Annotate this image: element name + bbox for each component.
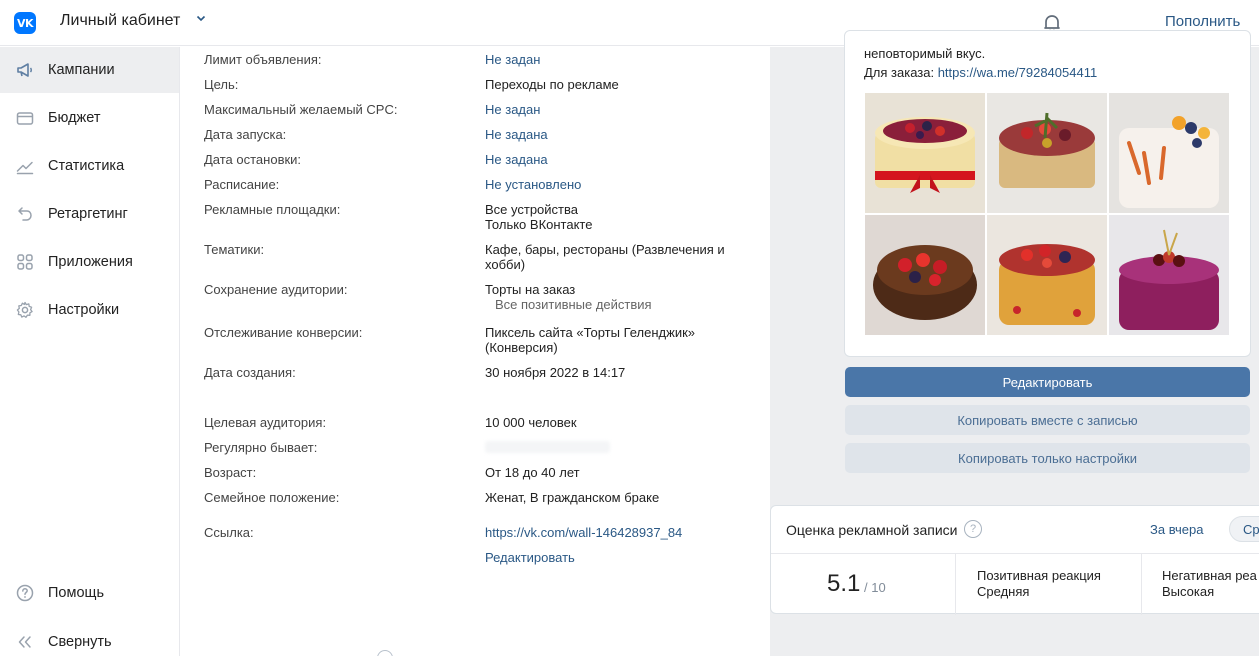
period-yesterday[interactable]: За вчера [1150,522,1203,537]
detail-label: Дата остановки: [204,152,302,167]
edit-button[interactable]: Редактировать [845,367,1250,397]
detail-label: Дата создания: [204,365,296,380]
rating-title: Оценка рекламной записи [786,522,958,538]
info-icon[interactable] [377,650,393,656]
cake-photo[interactable] [1109,93,1229,213]
cake-photo[interactable] [1109,215,1229,335]
detail-label: Ссылка: [204,525,254,540]
positive-label: Позитивная реакция [977,568,1101,583]
detail-label: Тематики: [204,242,265,257]
sidebar-item-statistics[interactable]: Статистика [0,143,179,189]
rating-score: 5.1 [827,570,861,597]
sidebar-item-budget[interactable]: Бюджет [0,95,179,141]
detail-label: Возраст: [204,465,257,480]
negative-label: Негативная реа [1162,568,1257,583]
detail-value[interactable]: Не задан [485,52,540,67]
detail-label: Регулярно бывает: [204,440,318,455]
divider [771,553,1259,554]
detail-value: (Конверсия) [485,340,558,355]
cake-photo[interactable] [865,215,985,335]
sidebar-item-retargeting[interactable]: Ретаргетинг [0,191,179,237]
detail-value: Пиксель сайта «Торты Геленджик» [485,325,696,340]
chevron-down-icon[interactable] [196,13,206,26]
detail-value: Торты на заказ [485,282,576,297]
sidebar-item-campaigns[interactable]: Кампании [0,47,179,93]
detail-value: Переходы по рекламе [485,77,619,92]
blurred-value [485,441,610,453]
positive-reaction: Позитивная реакция Средняя [977,568,1101,600]
positive-value: Средняя [977,584,1030,599]
detail-value: От 18 до 40 лет [485,465,580,480]
chart-icon [15,156,35,176]
detail-value[interactable]: Не задан [485,102,540,117]
vk-logo[interactable]: VK [14,12,36,34]
divider [955,553,956,615]
gear-icon [15,300,35,320]
detail-value: Все устройства [485,202,578,217]
negative-value: Высокая [1162,584,1215,599]
topup-link[interactable]: Пополнить [1165,13,1240,30]
detail-label: Расписание: [204,177,280,192]
detail-value[interactable]: Не установлено [485,177,581,192]
megaphone-icon [15,60,35,80]
sidebar-item-apps[interactable]: Приложения [0,239,179,285]
detail-label: Семейное положение: [204,490,340,505]
cake-photo[interactable] [987,215,1107,335]
help-icon[interactable]: ? [964,520,982,538]
sidebar-item-label: Приложения [48,254,133,270]
detail-value: 10 000 человек [485,415,577,430]
ad-link[interactable]: https://vk.com/wall-146428937_84 [485,525,682,540]
detail-label: Лимит объявления: [204,52,322,67]
sidebar-item-label: Свернуть [48,634,112,650]
post-order-prefix: Для заказа: [864,65,938,80]
cake-photo[interactable] [865,93,985,213]
detail-label: Рекламные площадки: [204,202,341,217]
detail-value: Все позитивные действия [495,297,652,312]
detail-label: Цель: [204,77,239,92]
post-text: неповторимый вкус. Для заказа: https://w… [864,44,1097,82]
sidebar-item-label: Статистика [48,158,125,174]
sidebar-item-label: Ретаргетинг [48,206,128,222]
detail-value[interactable]: Не задана [485,152,548,167]
order-link[interactable]: https://wa.me/79284054411 [938,65,1098,80]
divider [1141,553,1142,615]
detail-label: Максимальный желаемый CPC: [204,102,398,117]
cake-photo[interactable] [987,93,1107,213]
sidebar-item-settings[interactable]: Настройки [0,287,179,333]
post-order-line: Для заказа: https://wa.me/79284054411 [864,63,1097,82]
detail-label: Дата запуска: [204,127,287,142]
detail-label: Сохранение аудитории: [204,282,348,297]
detail-value: Только ВКонтакте [485,217,593,232]
sidebar-item-help[interactable]: Помощь [0,570,179,616]
detail-value: 30 ноября 2022 в 14:17 [485,365,626,380]
edit-link[interactable]: Редактировать [485,550,575,565]
wallet-icon [15,108,35,128]
detail-value: Кафе, бары, рестораны (Развлечения и [485,242,725,257]
negative-reaction: Негативная реа Высокая [1162,568,1257,600]
sidebar-item-label: Бюджет [48,110,101,126]
detail-value: хобби) [485,257,526,272]
sidebar-item-label: Помощь [48,585,105,601]
copy-settings-button[interactable]: Копировать только настройки [845,443,1250,473]
post-text-line: неповторимый вкус. [864,46,986,61]
detail-label: Отслеживание конверсии: [204,325,363,340]
retarget-icon [15,204,35,224]
sidebar-item-label: Настройки [48,302,120,318]
period-tab[interactable]: Ср [1229,516,1259,542]
rating-max: / 10 [864,580,886,595]
period-tab-label: Ср [1243,522,1259,537]
apps-icon [15,252,35,272]
detail-label: Целевая аудитория: [204,415,327,430]
sidebar-item-collapse[interactable]: Свернуть [0,619,179,656]
copy-with-post-button[interactable]: Копировать вместе с записью [845,405,1250,435]
cabinet-title[interactable]: Личный кабинет [60,12,180,30]
rating-card: Оценка рекламной записи ? За вчера Ср 5.… [770,505,1259,615]
detail-value: Женат, В гражданском браке [485,490,660,505]
sidebar: Кампании Бюджет Статистика Ретаргетинг П… [0,47,180,656]
help-icon [15,583,35,603]
detail-value[interactable]: Не задана [485,127,548,142]
sidebar-item-label: Кампании [48,62,115,78]
collapse-icon [15,632,35,652]
